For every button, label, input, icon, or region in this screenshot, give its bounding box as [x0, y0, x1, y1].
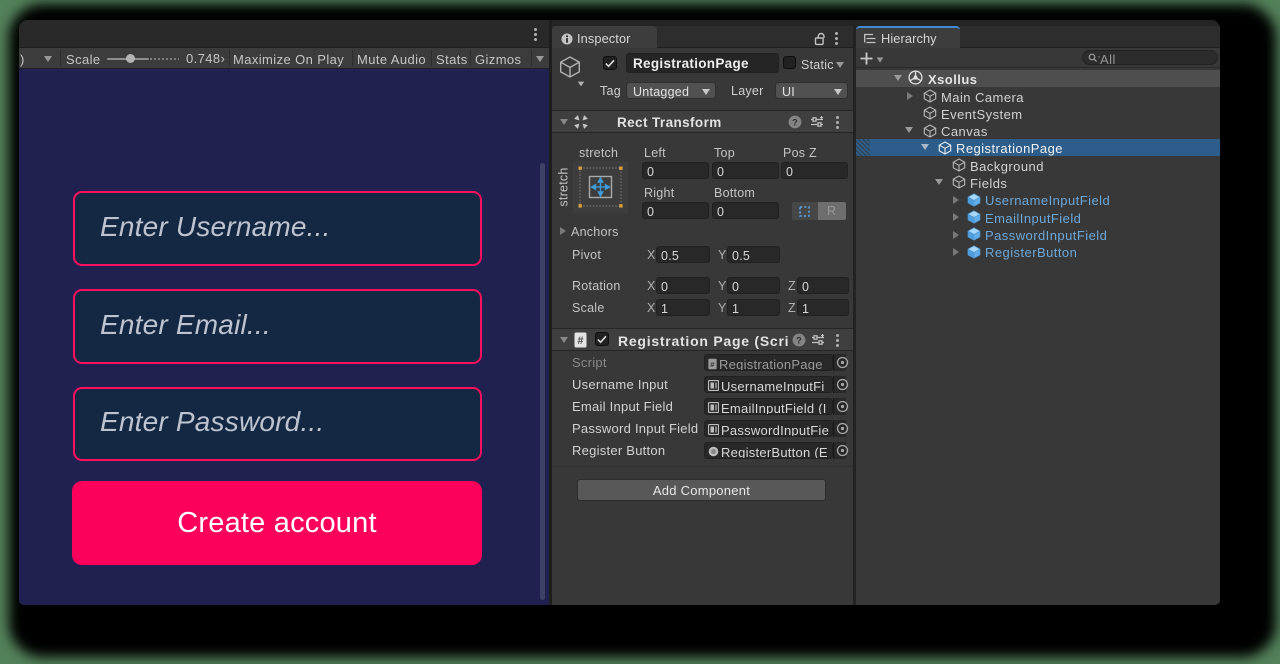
- svg-text:#: #: [577, 335, 583, 347]
- svg-text:#: #: [710, 359, 715, 368]
- svg-text:?: ?: [792, 117, 798, 128]
- svg-text:?: ?: [796, 335, 802, 346]
